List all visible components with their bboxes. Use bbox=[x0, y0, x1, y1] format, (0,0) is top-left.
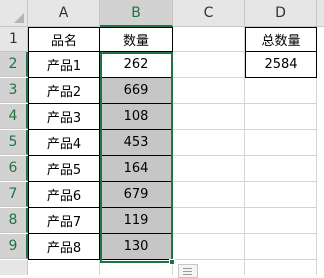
cell-b4[interactable]: 108 bbox=[100, 104, 173, 130]
cell-c5[interactable] bbox=[173, 130, 245, 156]
cell-a1[interactable]: 品名 bbox=[28, 27, 100, 52]
cell-d10[interactable] bbox=[245, 260, 317, 275]
cell-c9[interactable] bbox=[173, 234, 245, 260]
row-header-7[interactable]: 7 bbox=[0, 182, 28, 207]
cell-b6[interactable]: 164 bbox=[100, 156, 173, 182]
row-header-3[interactable]: 3 bbox=[0, 78, 28, 103]
cell-d3[interactable] bbox=[245, 78, 317, 104]
select-all-button[interactable] bbox=[0, 0, 28, 27]
cell-d1[interactable]: 总数量 bbox=[245, 27, 317, 52]
cell-d4[interactable] bbox=[245, 104, 317, 130]
cell-b8[interactable]: 119 bbox=[100, 208, 173, 234]
cell-c7[interactable] bbox=[173, 182, 245, 208]
column-header-c[interactable]: C bbox=[173, 0, 245, 27]
cell-c8[interactable] bbox=[173, 208, 245, 234]
cell-a3[interactable]: 产品2 bbox=[28, 78, 100, 104]
quick-analysis-icon-line bbox=[183, 271, 192, 272]
column-header-a[interactable]: A bbox=[28, 0, 100, 27]
cell-b5[interactable]: 453 bbox=[100, 130, 173, 156]
cell-a9[interactable]: 产品8 bbox=[28, 234, 100, 260]
select-all-triangle-icon bbox=[14, 13, 24, 23]
cell-c6[interactable] bbox=[173, 156, 245, 182]
cell-b2[interactable]: 262 bbox=[100, 52, 173, 78]
row-header-5[interactable]: 5 bbox=[0, 130, 28, 155]
cell-d6[interactable] bbox=[245, 156, 317, 182]
row-header-4[interactable]: 4 bbox=[0, 104, 28, 129]
cell-a10[interactable] bbox=[28, 260, 100, 275]
column-header-e-partial[interactable] bbox=[317, 0, 324, 27]
cell-a7[interactable]: 产品6 bbox=[28, 182, 100, 208]
row-header-6[interactable]: 6 bbox=[0, 156, 28, 181]
cell-b1[interactable]: 数量 bbox=[100, 27, 173, 52]
cell-b9[interactable]: 130 bbox=[100, 234, 173, 260]
column-header-d[interactable]: D bbox=[245, 0, 317, 27]
row-header-1[interactable]: 1 bbox=[0, 27, 28, 52]
cell-a4[interactable]: 产品3 bbox=[28, 104, 100, 130]
cell-d5[interactable] bbox=[245, 130, 317, 156]
row-header-9[interactable]: 9 bbox=[0, 234, 28, 259]
row-header-10-partial[interactable] bbox=[0, 260, 28, 275]
cell-d2[interactable]: 2584 bbox=[245, 52, 317, 78]
cell-b7[interactable]: 679 bbox=[100, 182, 173, 208]
column-header-b[interactable]: B bbox=[100, 0, 173, 27]
cell-b10[interactable] bbox=[100, 260, 173, 275]
quick-analysis-button[interactable] bbox=[178, 264, 198, 278]
cell-c4[interactable] bbox=[173, 104, 245, 130]
cell-a2[interactable]: 产品1 bbox=[28, 52, 100, 78]
row-header-2[interactable]: 2 bbox=[0, 52, 28, 77]
cell-d8[interactable] bbox=[245, 208, 317, 234]
cell-c2[interactable] bbox=[173, 52, 245, 78]
cell-c1[interactable] bbox=[173, 27, 245, 52]
cell-d7[interactable] bbox=[245, 182, 317, 208]
fill-handle[interactable] bbox=[169, 259, 175, 265]
cell-a5[interactable]: 产品4 bbox=[28, 130, 100, 156]
spreadsheet-grid: A B C D 1 2 3 4 5 6 7 8 9 品名 数量 总数量 产品1 … bbox=[0, 0, 324, 278]
cell-c3[interactable] bbox=[173, 78, 245, 104]
cell-d9[interactable] bbox=[245, 234, 317, 260]
cell-a8[interactable]: 产品7 bbox=[28, 208, 100, 234]
cell-b3[interactable]: 669 bbox=[100, 78, 173, 104]
row-header-8[interactable]: 8 bbox=[0, 208, 28, 233]
cell-a6[interactable]: 产品5 bbox=[28, 156, 100, 182]
